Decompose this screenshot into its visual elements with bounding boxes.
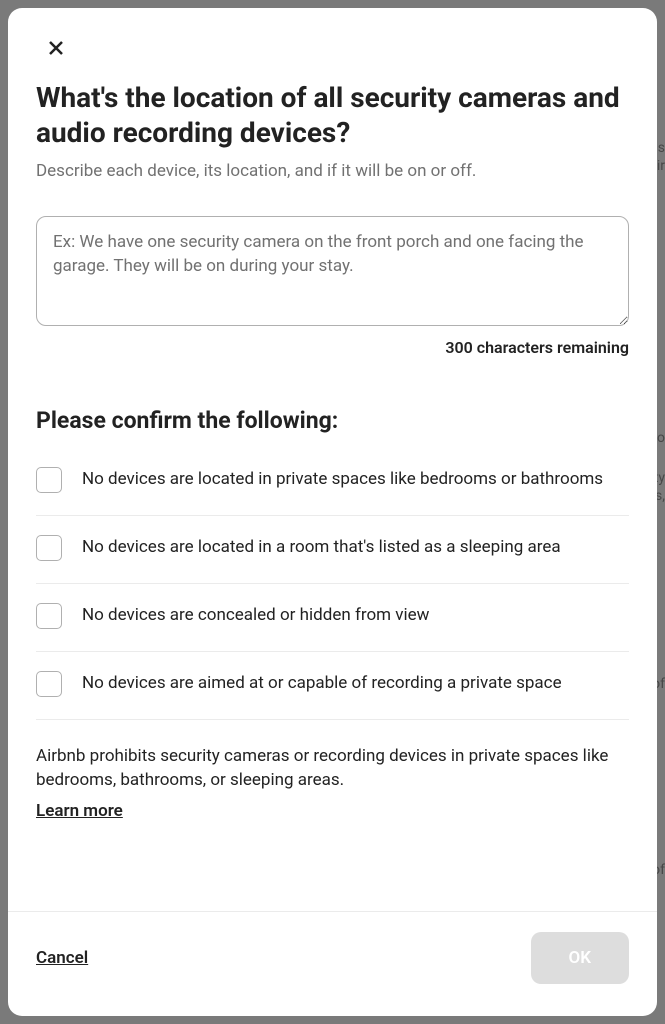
checkbox-item: No devices are concealed or hidden from … (36, 584, 629, 652)
checkbox-private-spaces[interactable] (36, 467, 62, 493)
cancel-button[interactable]: Cancel (36, 948, 88, 968)
checkbox-item: No devices are located in a room that's … (36, 516, 629, 584)
modal-body: What's the location of all security came… (8, 80, 657, 911)
close-button[interactable] (40, 32, 72, 64)
modal-footer: Cancel OK (8, 911, 657, 1016)
character-counter: 300 characters remaining (36, 338, 629, 357)
checkbox-concealed[interactable] (36, 603, 62, 629)
modal-header (8, 8, 657, 80)
checkbox-label: No devices are concealed or hidden from … (82, 602, 429, 628)
textarea-container (36, 216, 629, 330)
checkbox-sleeping-area[interactable] (36, 535, 62, 561)
ok-button[interactable]: OK (531, 932, 630, 984)
learn-more-link[interactable]: Learn more (36, 801, 123, 821)
checkbox-label: No devices are aimed at or capable of re… (82, 670, 562, 696)
checkbox-item: No devices are aimed at or capable of re… (36, 652, 629, 720)
close-icon (48, 40, 64, 56)
checkbox-label: No devices are located in private spaces… (82, 466, 603, 492)
confirm-heading: Please confirm the following: (36, 407, 629, 434)
confirmation-checkbox-list: No devices are located in private spaces… (36, 466, 629, 720)
security-devices-modal: What's the location of all security came… (8, 8, 657, 1016)
policy-text: Airbnb prohibits security cameras or rec… (36, 744, 629, 793)
checkbox-label: No devices are located in a room that's … (82, 534, 561, 560)
checkbox-aimed-private[interactable] (36, 671, 62, 697)
checkbox-item: No devices are located in private spaces… (36, 466, 629, 516)
device-description-input[interactable] (36, 216, 629, 326)
modal-subtitle: Describe each device, its location, and … (36, 160, 629, 184)
modal-title: What's the location of all security came… (36, 80, 629, 150)
